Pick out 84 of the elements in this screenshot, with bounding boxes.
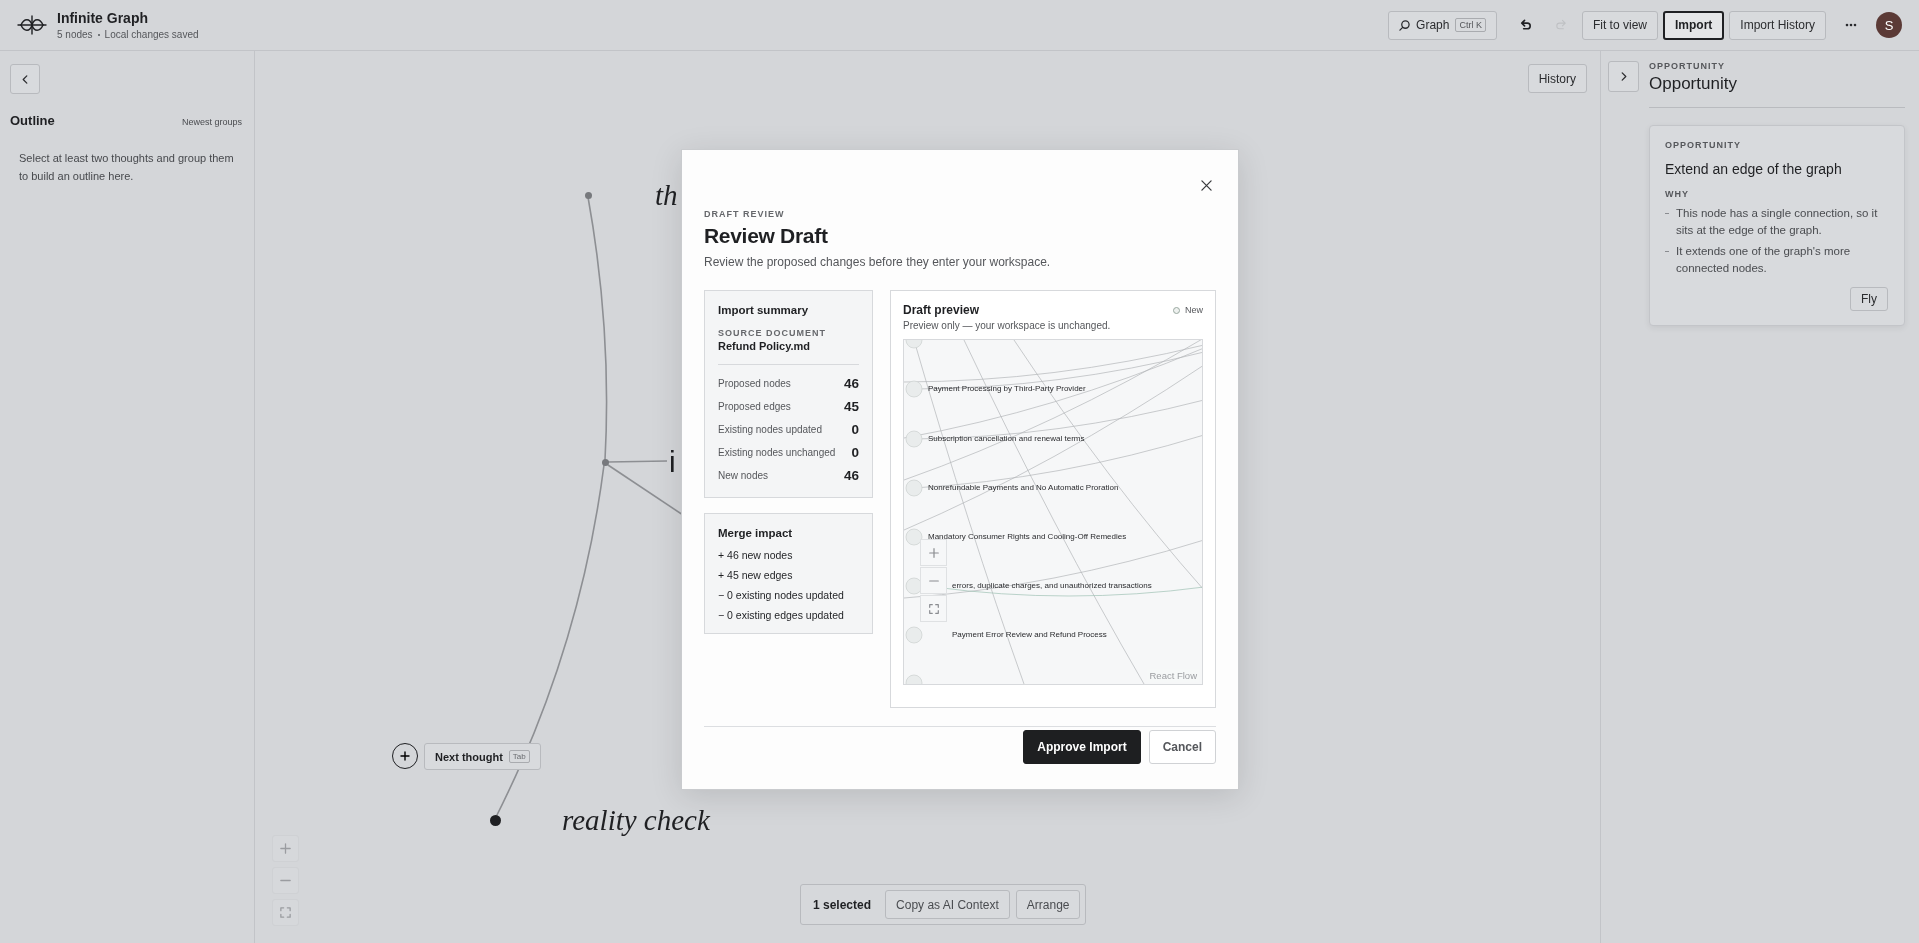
preview-node-label: Mandatory Consumer Rights and Cooling-Off Remedies bbox=[928, 532, 1127, 542]
zoom-in-button[interactable] bbox=[272, 835, 299, 862]
stat-value: 46 bbox=[843, 468, 859, 483]
card-eyebrow: OPPORTUNITY bbox=[1665, 140, 1742, 150]
stat-label: Existing nodes updated bbox=[718, 424, 822, 435]
node-label[interactable]: i bbox=[669, 444, 676, 480]
dialog-title: Review Draft bbox=[704, 224, 829, 248]
expand-button[interactable] bbox=[1608, 61, 1639, 92]
reason-text: It extends one of the graph's more connected nodes. bbox=[1665, 243, 1888, 277]
field-label: SOURCE DOCUMENT bbox=[718, 328, 827, 338]
legend-dot bbox=[1173, 306, 1180, 314]
reason-text: This node has a single connection, so it sits at the edge of the graph. bbox=[1665, 205, 1888, 239]
logo-icon bbox=[17, 14, 47, 36]
impact-line: − 0 existing edges updated bbox=[718, 608, 845, 623]
impact-line: − 0 existing nodes updated bbox=[718, 588, 845, 603]
status-text: Local changes saved bbox=[104, 29, 199, 40]
more-icon bbox=[1845, 23, 1857, 27]
stat-value: 0 bbox=[851, 422, 859, 437]
user-avatar[interactable]: S bbox=[1876, 12, 1902, 38]
chevron-right-icon bbox=[1620, 72, 1627, 81]
toolbar-button[interactable]: Import History bbox=[1729, 10, 1826, 40]
stat-label: Proposed edges bbox=[718, 401, 791, 412]
source-document-name: Refund Policy.md bbox=[718, 340, 859, 365]
empty-state-text: Select at least two thoughts and group them to build an outline here. bbox=[19, 151, 235, 184]
status-text: 5 nodes bbox=[57, 29, 93, 40]
toolbar-button[interactable]: Import bbox=[1662, 10, 1725, 40]
stat-value: 0 bbox=[851, 445, 859, 460]
stat-value: 46 bbox=[843, 376, 859, 391]
close-icon[interactable] bbox=[1199, 178, 1214, 193]
card-title: Import summary bbox=[718, 304, 810, 316]
section-label: WHY bbox=[1665, 189, 1690, 199]
impact-line: + 46 new nodes bbox=[718, 548, 794, 563]
approve-button[interactable]: Approve Import bbox=[1023, 730, 1141, 764]
stat-label: Existing nodes unchanged bbox=[718, 447, 836, 458]
next-thought-button[interactable]: Next thought Tab bbox=[424, 743, 541, 770]
stat-value: 45 bbox=[843, 399, 859, 414]
preview-subtitle: Preview only — your workspace is unchanged. bbox=[903, 320, 1112, 331]
impact-line: + 45 new edges bbox=[718, 568, 794, 583]
shortcut-hint: Ctrl K bbox=[1455, 18, 1486, 32]
fit-view-button[interactable] bbox=[272, 899, 299, 926]
node-label[interactable]: th bbox=[655, 177, 678, 213]
section-eyebrow: OPPORTUNITY bbox=[1649, 61, 1726, 71]
plus-icon bbox=[400, 751, 410, 761]
preview-fit-view-button[interactable] bbox=[920, 595, 947, 622]
card-title: Draft preview bbox=[903, 303, 980, 317]
preview-node-label: Nonrefundable Payments and No Automatic Proration bbox=[928, 483, 1119, 493]
toolbar-button[interactable]: Arrange bbox=[1015, 890, 1081, 919]
stat-label: New nodes bbox=[718, 470, 769, 481]
node-label[interactable]: reality check bbox=[562, 802, 710, 838]
fit-view-icon bbox=[927, 602, 940, 615]
selection-count: 1 selected bbox=[813, 897, 872, 912]
dialog-eyebrow: DRAFT REVIEW bbox=[704, 209, 786, 219]
sort-button[interactable]: Newest groups bbox=[181, 117, 242, 127]
graph-node-dot[interactable] bbox=[489, 814, 501, 826]
close-icon bbox=[1201, 180, 1212, 191]
graph-node-dot[interactable] bbox=[601, 458, 609, 466]
chevron-left-icon bbox=[22, 74, 28, 84]
preview-node-label: Subscription cancellation and renewal terms bbox=[928, 434, 1085, 444]
panel-title: Outline bbox=[10, 113, 55, 128]
fly-button[interactable]: Fly bbox=[1850, 287, 1888, 311]
search-icon bbox=[1399, 19, 1411, 31]
legend-label: New bbox=[1185, 305, 1203, 315]
toolbar-button[interactable]: Copy as AI Context bbox=[885, 890, 1010, 919]
preview-node-label: Payment Processing by Third-Party Provider bbox=[928, 384, 1086, 394]
preview-zoom-in-button[interactable] bbox=[920, 539, 947, 566]
app-title: Infinite Graph bbox=[57, 10, 149, 26]
history-button[interactable]: History bbox=[1527, 64, 1587, 93]
preview-node-label: Payment Error Review and Refund Process bbox=[952, 630, 1107, 640]
toolbar-button[interactable]: Fit to view bbox=[1581, 10, 1658, 40]
dialog-subtitle: Review the proposed changes before they enter your workspace. bbox=[704, 255, 1052, 269]
search-button[interactable]: Graph Ctrl K bbox=[1388, 10, 1497, 40]
collapse-button[interactable] bbox=[10, 64, 40, 94]
panel-title: Opportunity bbox=[1649, 74, 1905, 108]
plus-icon bbox=[927, 546, 940, 559]
cancel-button[interactable]: Cancel bbox=[1148, 730, 1216, 764]
plus-icon bbox=[279, 842, 292, 855]
graph-node-dot[interactable] bbox=[584, 191, 592, 199]
preview-zoom-out-button[interactable] bbox=[920, 567, 947, 594]
card-title: Extend an edge of the graph bbox=[1665, 161, 1843, 177]
card-title: Merge impact bbox=[718, 527, 794, 539]
shortcut-hint: Tab bbox=[508, 750, 530, 763]
fit-view-icon bbox=[279, 906, 292, 919]
stat-label: Proposed nodes bbox=[718, 378, 791, 389]
preview-node-label: errors, duplicate charges, and unauthorized transactions bbox=[952, 581, 1152, 591]
